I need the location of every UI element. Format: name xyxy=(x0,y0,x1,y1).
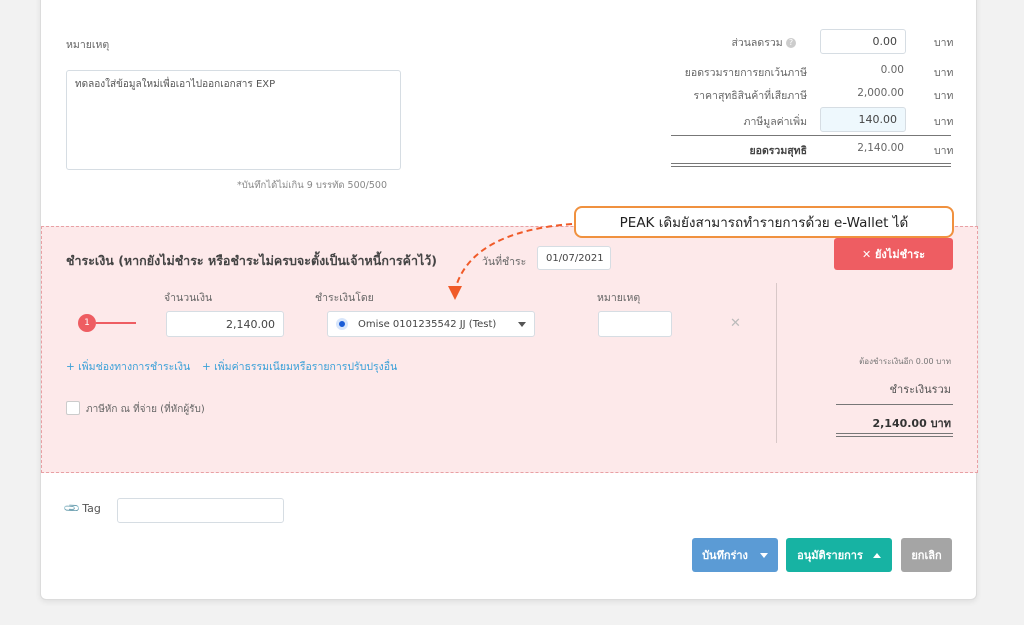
arrow-head xyxy=(448,286,462,300)
annotation-callout: PEAK เดิมยังสามารถทำรายการด้วย e-Wallet … xyxy=(574,206,954,238)
arrow-line xyxy=(454,223,573,291)
annotation-arrow xyxy=(448,223,573,300)
